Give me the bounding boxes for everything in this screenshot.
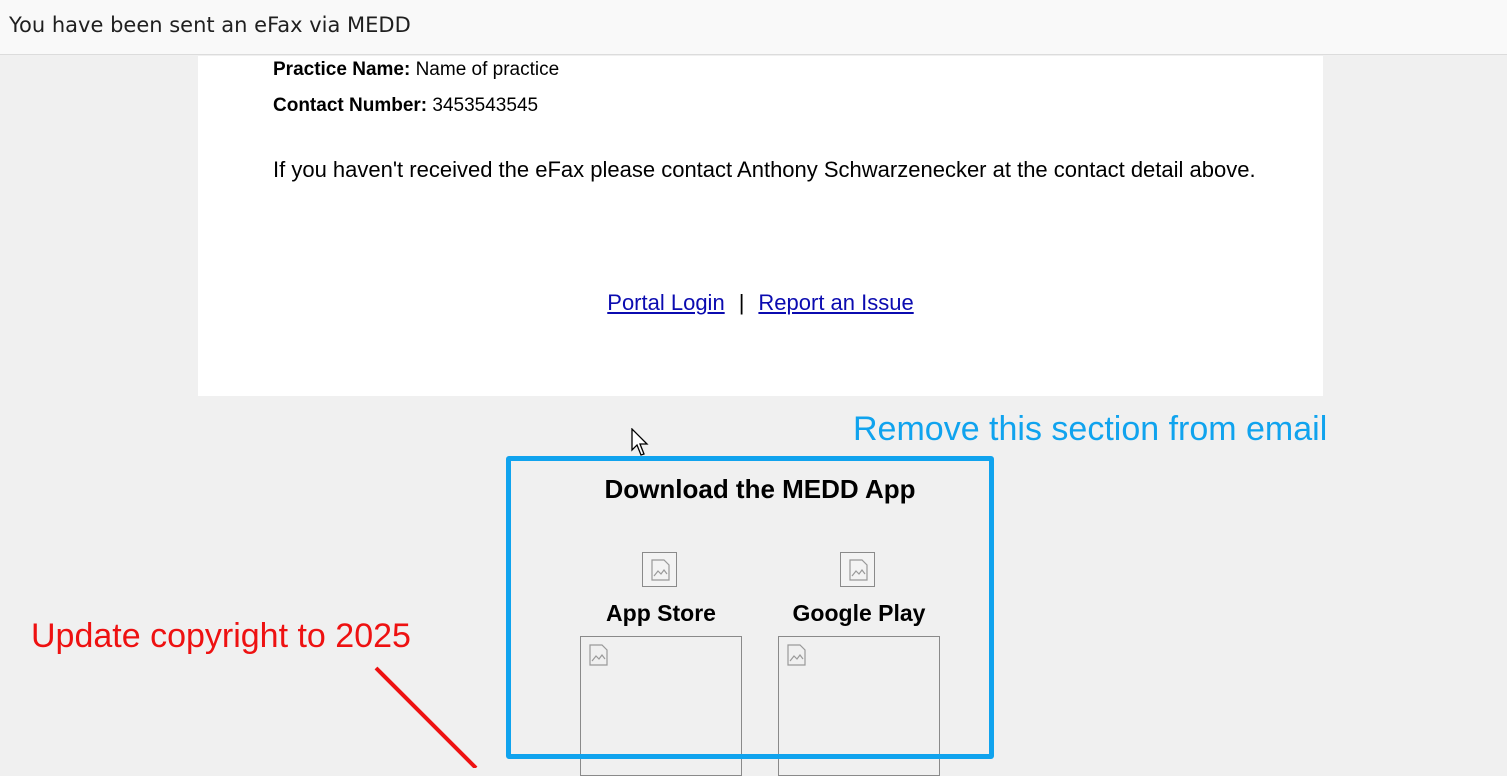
contact-message: If you haven't received the eFax please … <box>273 157 1256 182</box>
copyright-annotation: Update copyright to 2025 <box>31 617 411 655</box>
remove-section-annotation: Remove this section from email <box>853 410 1328 448</box>
report-issue-link[interactable]: Report an Issue <box>758 290 913 315</box>
contact-number-value: 3453543545 <box>432 95 539 116</box>
email-header-bar: You have been sent an eFax via MEDD <box>0 0 1507 55</box>
remove-section-highlight-box <box>506 456 994 759</box>
contact-number-line: Contact Number: 3453543545 <box>273 95 538 117</box>
contact-number-label: Contact Number: <box>273 95 428 116</box>
link-separator: | <box>738 290 745 315</box>
email-subject: You have been sent an eFax via MEDD <box>9 13 411 37</box>
email-body-card: Practice Name: Name of practice Contact … <box>198 56 1323 396</box>
mouse-cursor-icon <box>631 428 649 456</box>
practice-name-label: Practice Name: <box>273 59 411 80</box>
practice-name-line: Practice Name: Name of practice <box>273 59 559 81</box>
practice-name-value: Name of practice <box>415 59 560 80</box>
footer-links: Portal Login | Report an Issue <box>198 290 1323 316</box>
portal-login-link[interactable]: Portal Login <box>607 290 724 315</box>
